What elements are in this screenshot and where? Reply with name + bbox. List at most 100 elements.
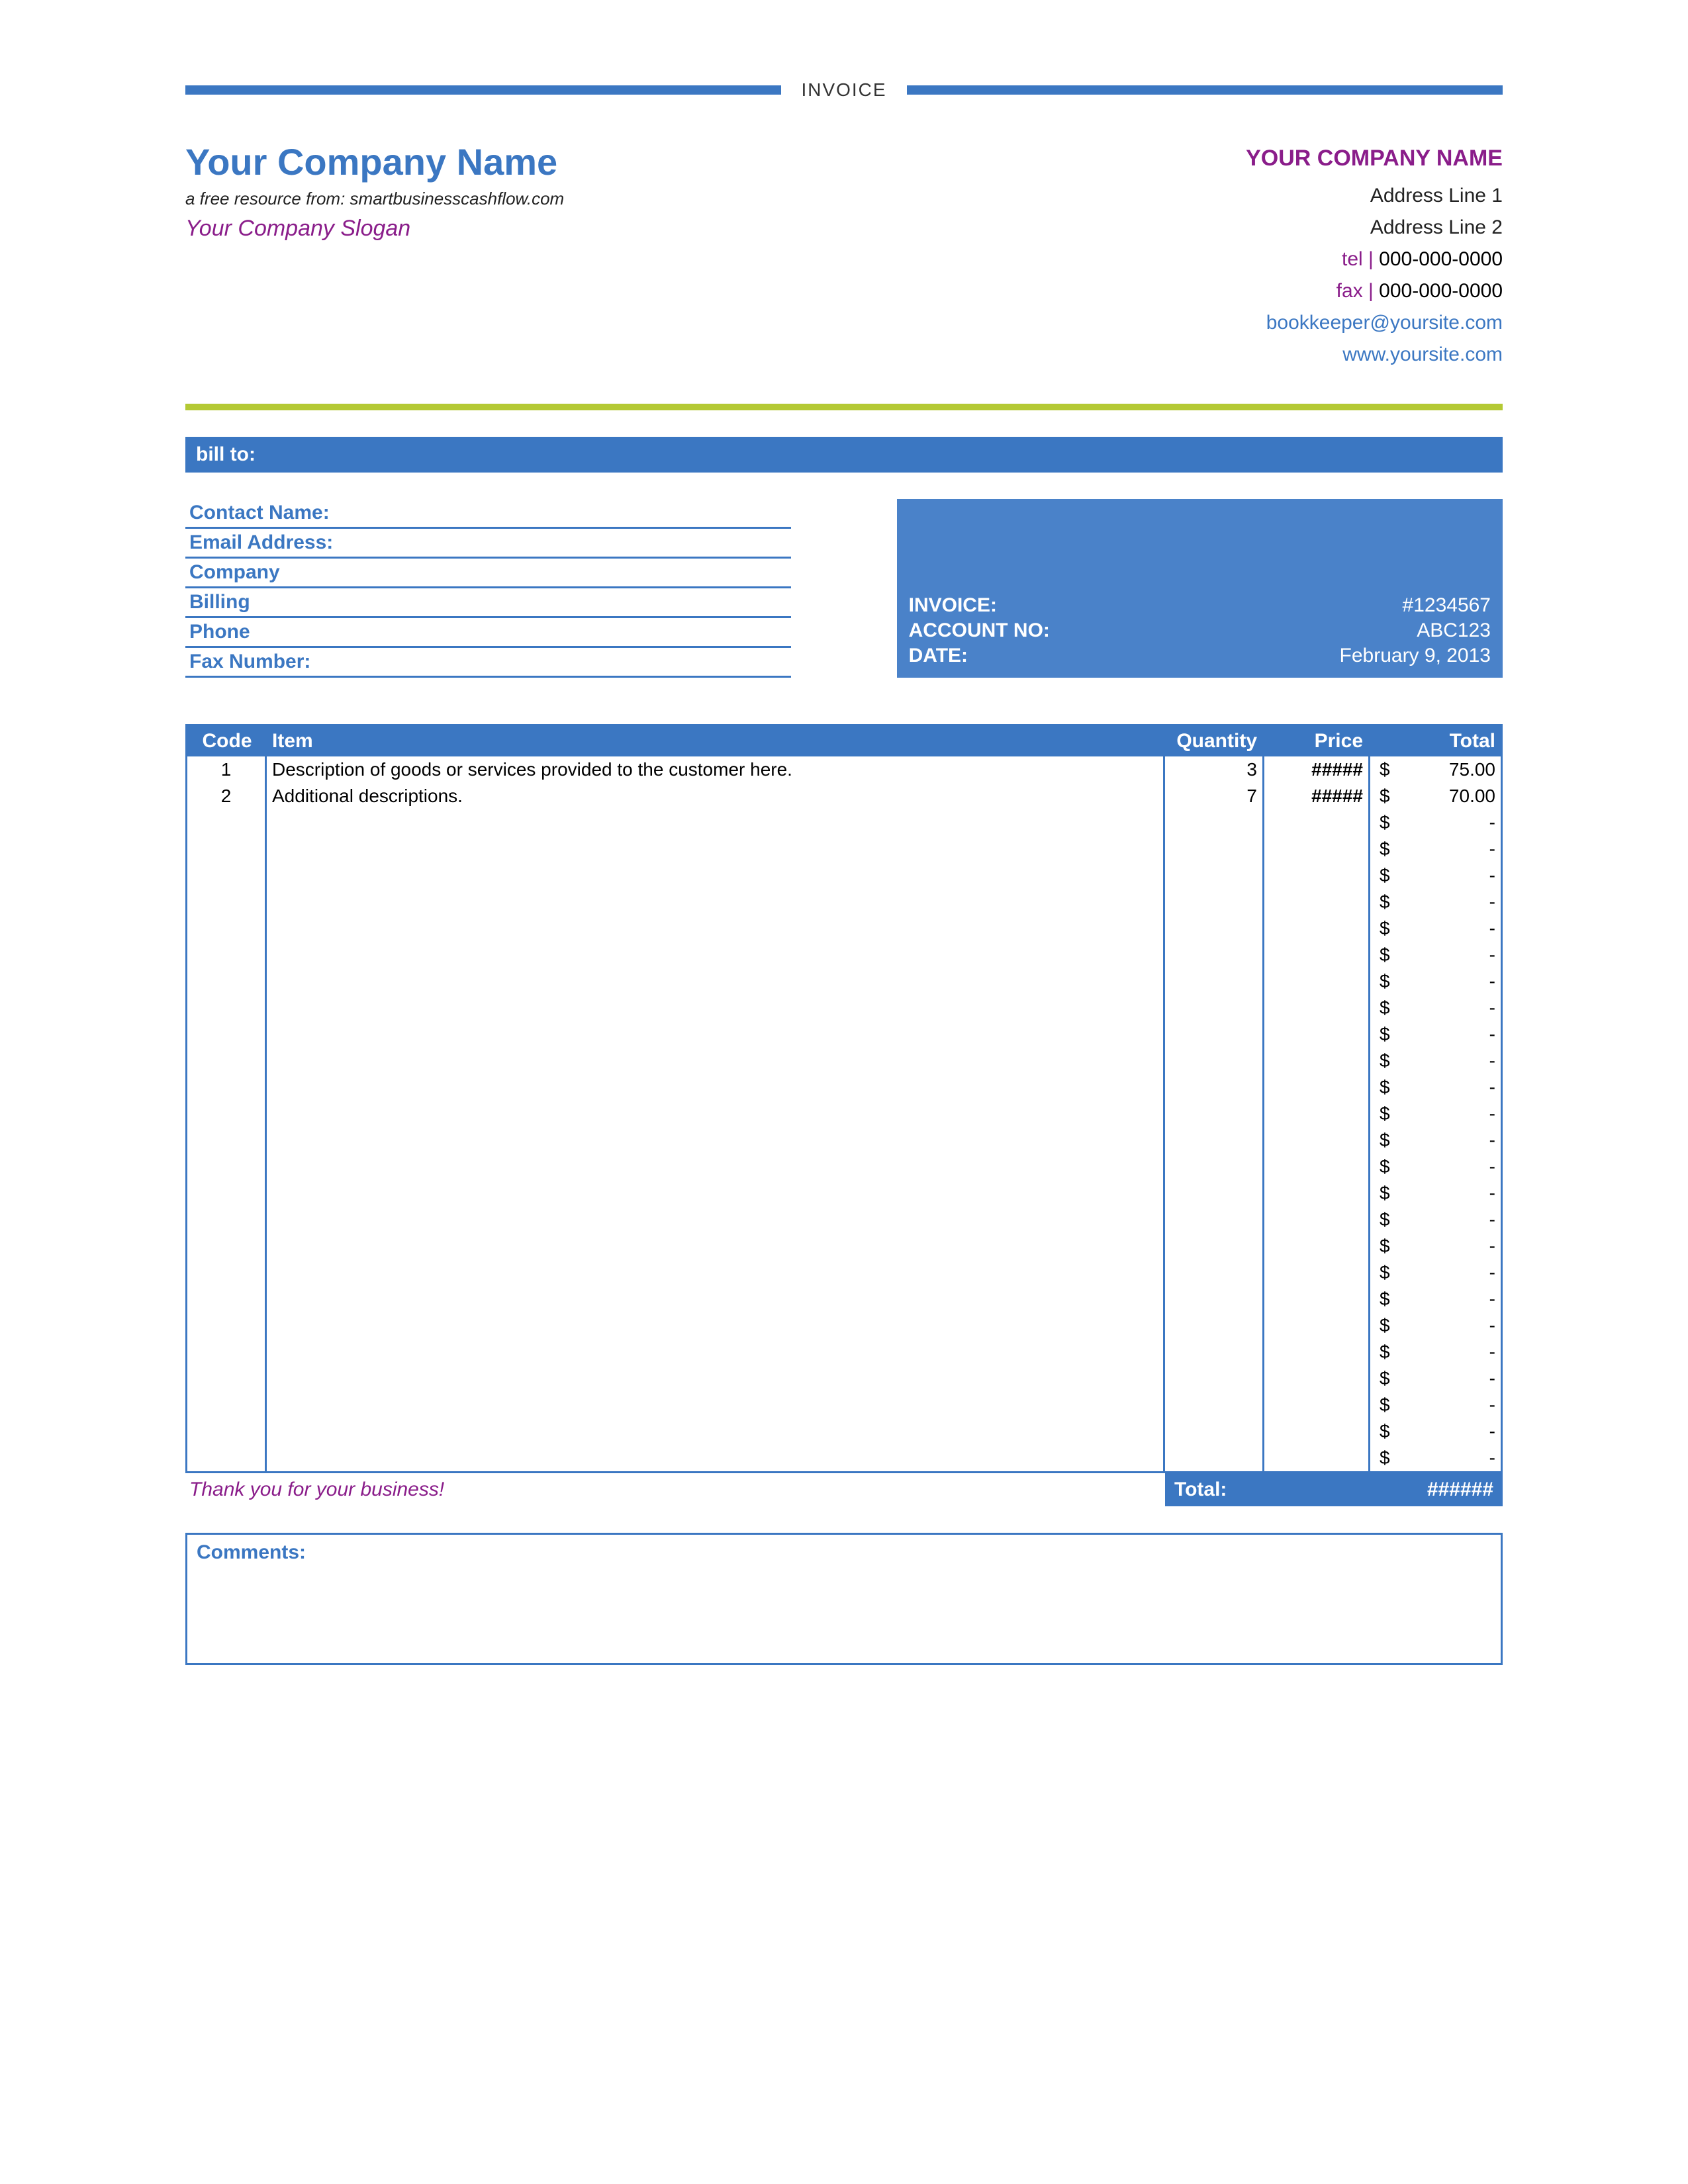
table-row: $- — [187, 809, 1501, 836]
cell-price — [1262, 889, 1368, 915]
table-row: $- — [187, 1259, 1501, 1286]
cell-item — [267, 1021, 1163, 1048]
cell-qty: 3 — [1163, 756, 1262, 783]
table-row: $- — [187, 995, 1501, 1021]
cell-item: Description of goods or services provide… — [267, 756, 1163, 783]
company-slogan: Your Company Slogan — [185, 216, 564, 242]
cell-qty — [1163, 1233, 1262, 1259]
cell-item — [267, 1206, 1163, 1233]
cell-price — [1262, 1365, 1368, 1392]
currency-symbol: $ — [1376, 1077, 1390, 1098]
cell-total: $- — [1368, 1286, 1501, 1312]
items-table: Code Item Quantity Price Total 1Descript… — [185, 724, 1503, 1473]
table-row: $- — [187, 1154, 1501, 1180]
company-right-name: YOUR COMPANY NAME — [1246, 140, 1503, 176]
currency-symbol: $ — [1376, 1236, 1390, 1257]
cell-qty — [1163, 1206, 1262, 1233]
cell-total-value: - — [1489, 997, 1495, 1019]
cell-total-value: - — [1489, 971, 1495, 992]
currency-symbol: $ — [1376, 944, 1390, 966]
items-header-row: Code Item Quantity Price Total — [187, 726, 1501, 756]
cell-total-value: - — [1489, 812, 1495, 833]
table-row: $- — [187, 968, 1501, 995]
cell-qty — [1163, 968, 1262, 995]
cell-total-value: - — [1489, 1183, 1495, 1204]
cell-item — [267, 1048, 1163, 1074]
total-label: Total: — [1174, 1479, 1227, 1501]
date-label: DATE: — [909, 645, 968, 667]
cell-total-value: - — [1489, 944, 1495, 966]
cell-item — [267, 1286, 1163, 1312]
cell-code — [187, 1101, 267, 1127]
cell-code — [187, 1074, 267, 1101]
bill-to-billing: Billing — [185, 588, 791, 618]
cell-price — [1262, 1206, 1368, 1233]
table-row: $- — [187, 1365, 1501, 1392]
cell-code — [187, 1180, 267, 1206]
table-row: $- — [187, 1418, 1501, 1445]
cell-item — [267, 995, 1163, 1021]
cell-total-value: 70.00 — [1449, 786, 1495, 807]
cell-total: $- — [1368, 1021, 1501, 1048]
cell-total-value: - — [1489, 1077, 1495, 1098]
cell-qty — [1163, 995, 1262, 1021]
cell-code — [187, 1233, 267, 1259]
cell-price: ##### — [1262, 756, 1368, 783]
cell-qty — [1163, 809, 1262, 836]
cell-total-value: - — [1489, 1421, 1495, 1442]
cell-qty — [1163, 1154, 1262, 1180]
currency-symbol: $ — [1376, 839, 1390, 860]
cell-code — [187, 1286, 267, 1312]
cell-price — [1262, 1286, 1368, 1312]
currency-symbol: $ — [1376, 1024, 1390, 1045]
bill-to-company: Company — [185, 559, 791, 588]
cell-price — [1262, 942, 1368, 968]
table-row: $- — [187, 889, 1501, 915]
cell-total: $- — [1368, 1127, 1501, 1154]
currency-symbol: $ — [1376, 1447, 1390, 1469]
table-row: 1Description of goods or services provid… — [187, 756, 1501, 783]
cell-total-value: - — [1489, 1262, 1495, 1283]
table-row: $- — [187, 1127, 1501, 1154]
cell-qty — [1163, 1127, 1262, 1154]
fax-value: 000-000-0000 — [1379, 280, 1503, 302]
cell-code — [187, 968, 267, 995]
cell-qty — [1163, 862, 1262, 889]
cell-item — [267, 1312, 1163, 1339]
invoice-meta-box: INVOICE: #1234567 ACCOUNT NO: ABC123 DAT… — [897, 499, 1503, 678]
cell-qty — [1163, 1180, 1262, 1206]
cell-total-value: - — [1489, 1103, 1495, 1124]
table-row: $- — [187, 1339, 1501, 1365]
cell-total: $- — [1368, 1233, 1501, 1259]
currency-symbol: $ — [1376, 1421, 1390, 1442]
bill-to-fax: Fax Number: — [185, 648, 791, 678]
cell-price: ##### — [1262, 783, 1368, 809]
currency-symbol: $ — [1376, 1315, 1390, 1336]
cell-total: $- — [1368, 1180, 1501, 1206]
cell-price — [1262, 1127, 1368, 1154]
cell-qty — [1163, 915, 1262, 942]
cell-price — [1262, 1048, 1368, 1074]
cell-item — [267, 1259, 1163, 1286]
cell-total: $- — [1368, 1339, 1501, 1365]
cell-qty — [1163, 942, 1262, 968]
cell-price — [1262, 1154, 1368, 1180]
doc-title: INVOICE — [781, 79, 906, 101]
bill-to-phone: Phone — [185, 618, 791, 648]
cell-code — [187, 915, 267, 942]
cell-price — [1262, 1445, 1368, 1471]
cell-total-value: - — [1489, 1130, 1495, 1151]
cell-price — [1262, 1339, 1368, 1365]
cell-qty — [1163, 836, 1262, 862]
cell-total: $- — [1368, 1048, 1501, 1074]
table-row: $- — [187, 1180, 1501, 1206]
cell-total: $- — [1368, 1445, 1501, 1471]
cell-item — [267, 1418, 1163, 1445]
currency-symbol: $ — [1376, 971, 1390, 992]
table-row: $- — [187, 1206, 1501, 1233]
tel-label: tel | — [1342, 248, 1374, 270]
cell-item — [267, 889, 1163, 915]
currency-symbol: $ — [1376, 918, 1390, 939]
currency-symbol: $ — [1376, 1103, 1390, 1124]
cell-code — [187, 995, 267, 1021]
